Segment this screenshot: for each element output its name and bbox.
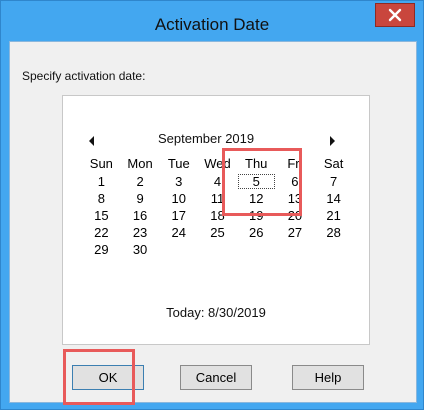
today-link[interactable]: Today: 8/30/2019 xyxy=(63,305,369,320)
selected-calendar-day[interactable]: 5 xyxy=(237,173,276,190)
calendar-day[interactable]: 18 xyxy=(198,207,237,224)
previous-month-arrow-icon[interactable] xyxy=(89,136,94,146)
calendar-day[interactable]: 19 xyxy=(237,207,276,224)
cancel-button[interactable]: Cancel xyxy=(180,365,252,390)
month-year-label[interactable]: September 2019 xyxy=(158,131,254,146)
calendar-day[interactable]: 30 xyxy=(121,241,160,258)
weekday-header: Wed xyxy=(204,156,231,171)
calendar-day[interactable]: 22 xyxy=(82,224,121,241)
calendar-day-empty xyxy=(276,241,315,258)
calendar-day[interactable]: 3 xyxy=(159,173,198,190)
calendar-day-empty xyxy=(198,241,237,258)
calendar-day[interactable]: 6 xyxy=(276,173,315,190)
calendar-day[interactable]: 21 xyxy=(314,207,353,224)
calendar-day[interactable]: 27 xyxy=(276,224,315,241)
close-button[interactable] xyxy=(375,3,415,27)
activation-date-dialog: Activation Date Specify activation date:… xyxy=(0,0,424,410)
calendar-day[interactable]: 10 xyxy=(159,190,198,207)
calendar-day[interactable]: 24 xyxy=(159,224,198,241)
help-button[interactable]: Help xyxy=(292,365,364,390)
calendar-day[interactable]: 13 xyxy=(276,190,315,207)
calendar-day[interactable]: 14 xyxy=(314,190,353,207)
weekday-header: Fri xyxy=(287,156,303,171)
calendar-day[interactable]: 28 xyxy=(314,224,353,241)
calendar-day[interactable]: 9 xyxy=(121,190,160,207)
calendar-day[interactable]: 20 xyxy=(276,207,315,224)
calendar-day[interactable]: 15 xyxy=(82,207,121,224)
calendar-day-empty xyxy=(237,241,276,258)
calendar-day[interactable]: 26 xyxy=(237,224,276,241)
weekday-header: Sat xyxy=(323,156,344,171)
dialog-body: Specify activation date: September 2019 … xyxy=(9,41,417,403)
calendar-day[interactable]: 2 xyxy=(121,173,160,190)
ok-button[interactable]: OK xyxy=(72,365,144,390)
calendar-day[interactable]: 1 xyxy=(82,173,121,190)
dialog-title: Activation Date xyxy=(154,15,270,34)
weekday-header: Mon xyxy=(127,156,153,171)
calendar-day[interactable]: 4 xyxy=(198,173,237,190)
weekday-header: Thu xyxy=(245,156,268,171)
calendar-grid: Sun Mon Tue Wed Thu Fri Sat 1 2 3 4 5 6 … xyxy=(82,155,353,258)
calendar-day[interactable]: 8 xyxy=(82,190,121,207)
calendar-day[interactable]: 17 xyxy=(159,207,198,224)
calendar-day[interactable]: 29 xyxy=(82,241,121,258)
calendar-day[interactable]: 7 xyxy=(314,173,353,190)
calendar-day-empty xyxy=(159,241,198,258)
calendar-day[interactable]: 23 xyxy=(121,224,160,241)
month-calendar: September 2019 Sun Mon Tue Wed Thu Fri S… xyxy=(62,95,370,345)
weekday-header: Tue xyxy=(167,156,190,171)
next-month-arrow-icon[interactable] xyxy=(330,136,335,146)
calendar-day-empty xyxy=(314,241,353,258)
prompt-label: Specify activation date: xyxy=(22,69,146,83)
calendar-day[interactable]: 11 xyxy=(198,190,237,207)
calendar-day[interactable]: 25 xyxy=(198,224,237,241)
close-icon xyxy=(388,8,402,22)
calendar-day[interactable]: 12 xyxy=(237,190,276,207)
calendar-day[interactable]: 16 xyxy=(121,207,160,224)
weekday-header: Sun xyxy=(89,156,113,171)
